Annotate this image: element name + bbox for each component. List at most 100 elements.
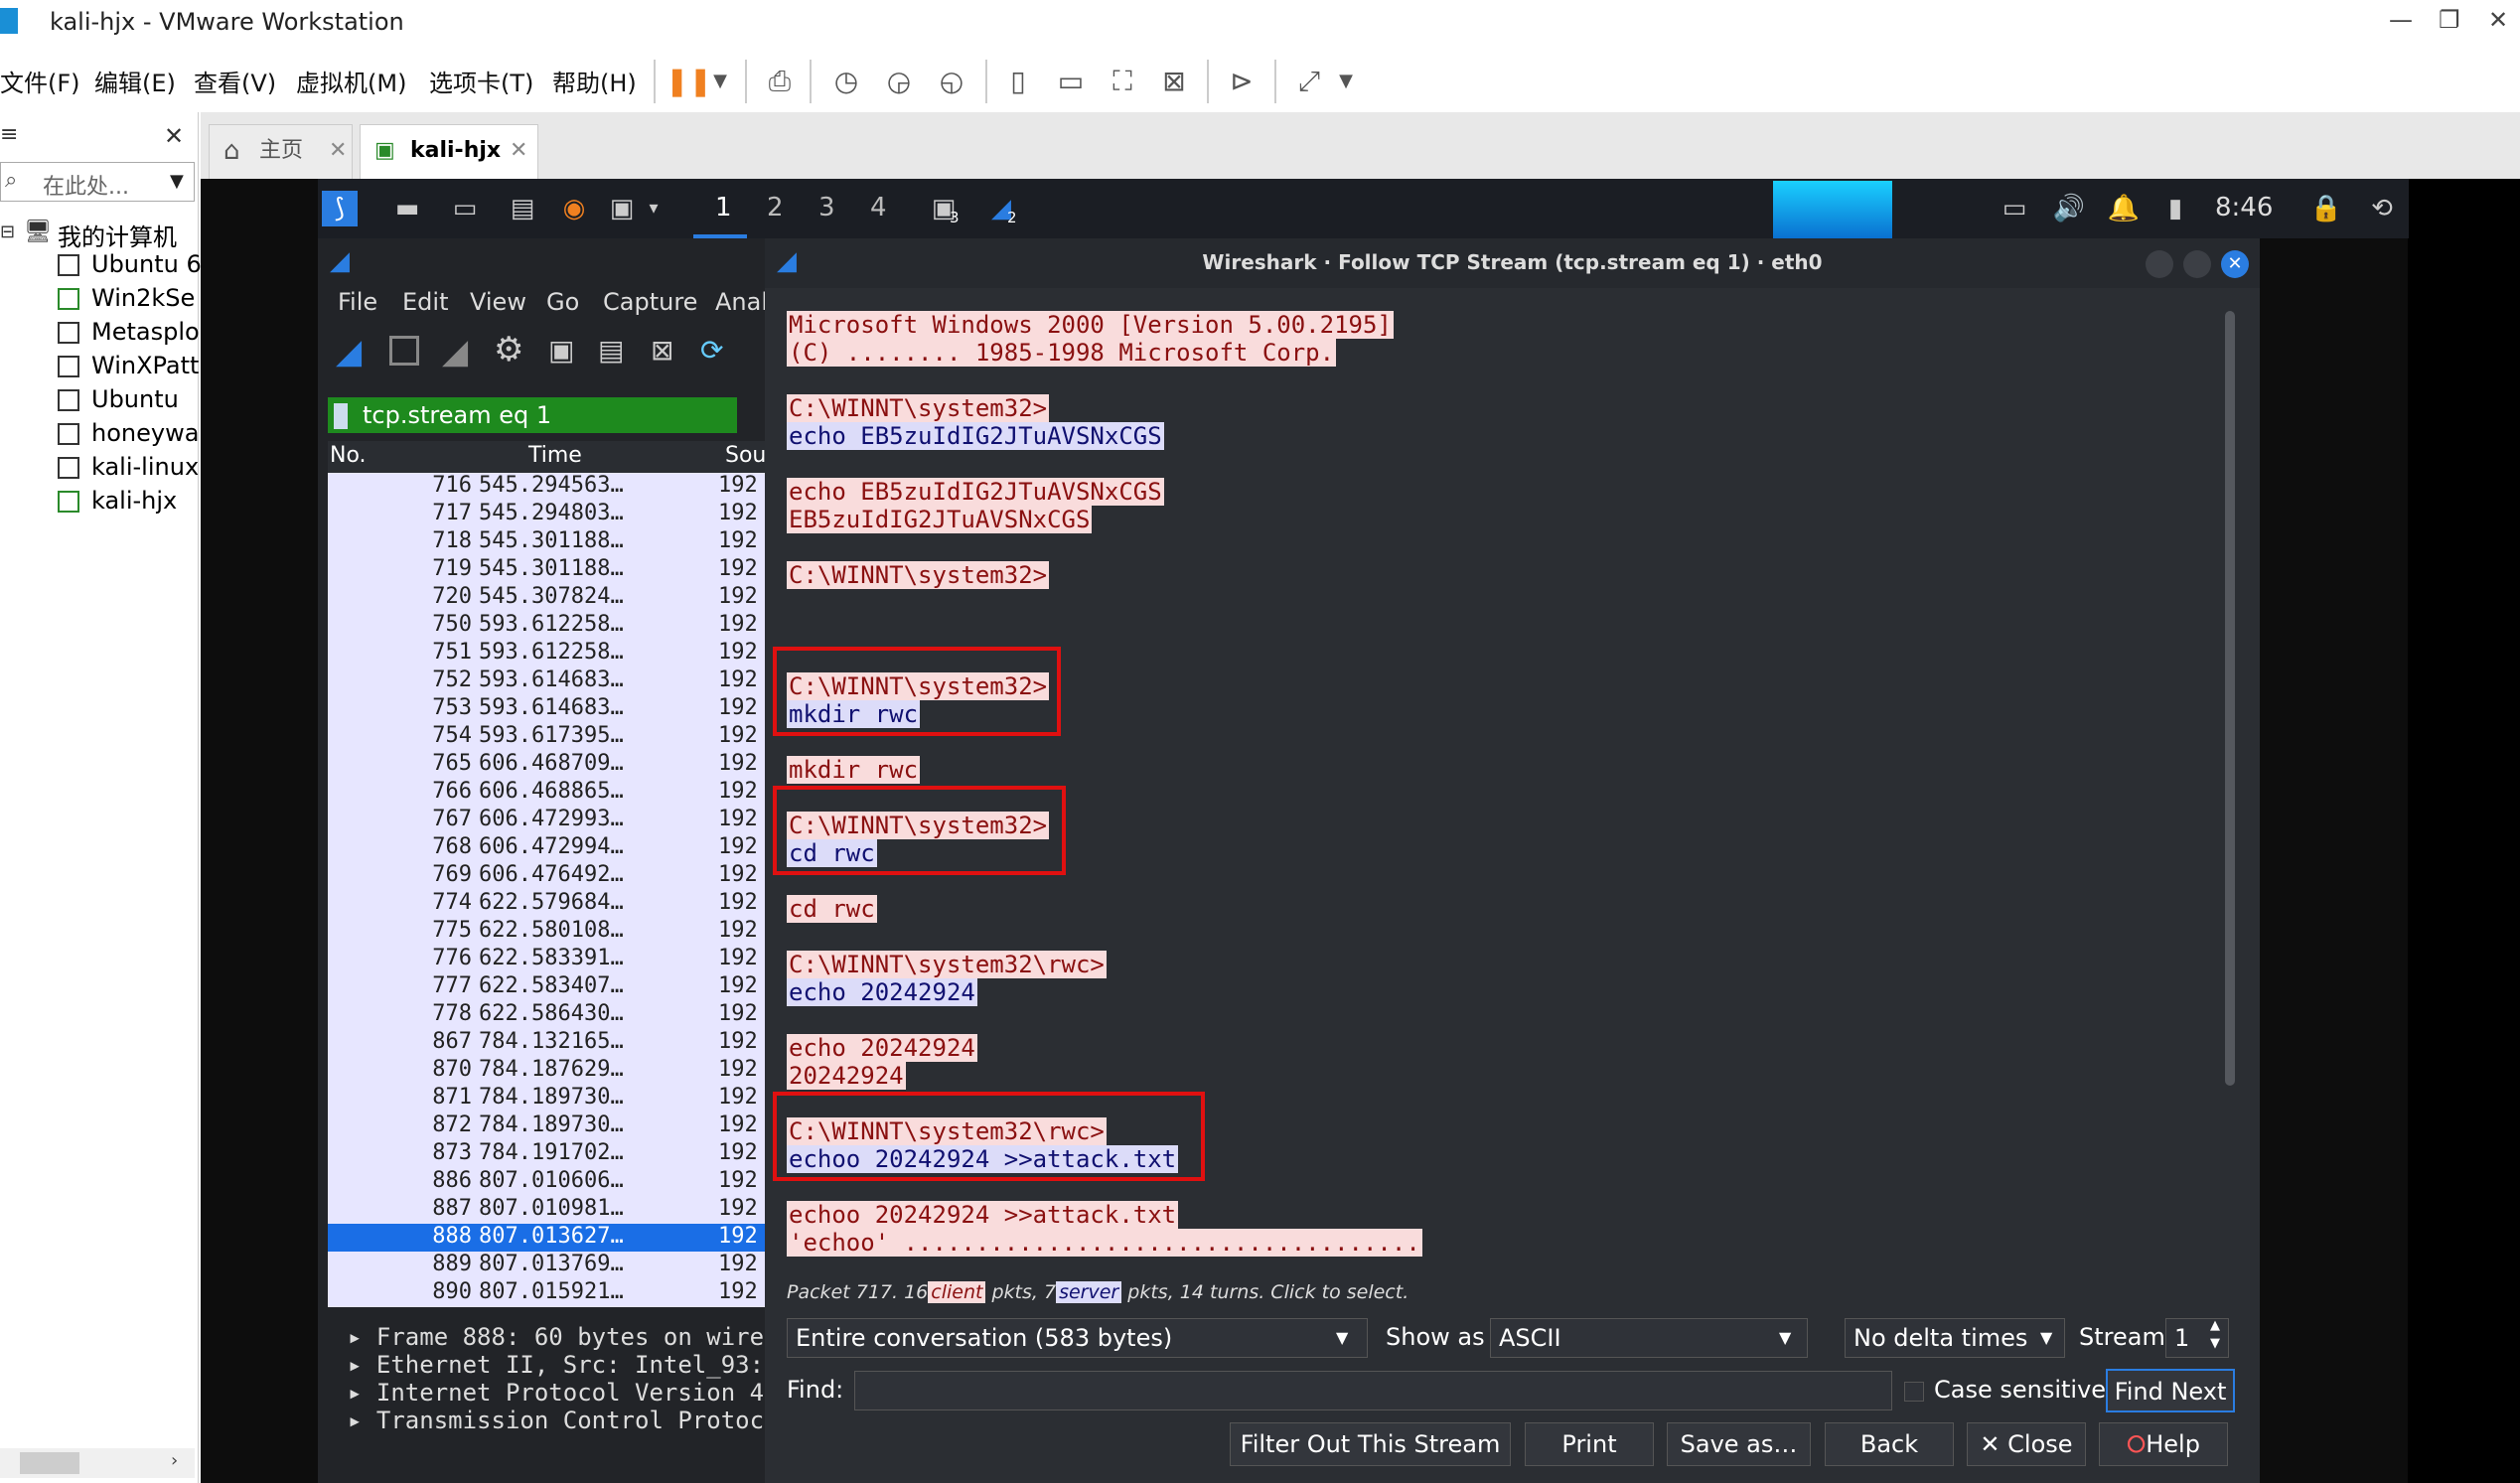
tree-item-metasploitable[interactable]: Metasplo: [91, 318, 200, 346]
close-window-button[interactable]: ✕: [2488, 6, 2508, 34]
ws-menu-go[interactable]: Go: [546, 288, 579, 316]
spin-down-icon[interactable]: ▼: [2210, 1331, 2220, 1357]
workspace-3[interactable]: 3: [818, 193, 835, 222]
terminal-dropdown-icon[interactable]: ▾: [636, 191, 671, 226]
packet-row[interactable]: 752 593.614683… 192: [328, 667, 765, 695]
tree-item-winxpatt[interactable]: WinXPatt: [91, 352, 199, 379]
capture-options-icon[interactable]: ⚙: [494, 330, 523, 370]
filter-out-stream-button[interactable]: Filter Out This Stream: [1230, 1422, 1511, 1466]
library-menu-icon[interactable]: ≡: [0, 122, 18, 147]
ws-menu-edit[interactable]: Edit: [402, 288, 448, 316]
back-button[interactable]: Back: [1825, 1422, 1954, 1466]
tab-close-icon[interactable]: ✕: [510, 125, 527, 177]
lock-icon[interactable]: 🔒: [2308, 191, 2344, 226]
packet-row[interactable]: 775 622.580108… 192: [328, 918, 765, 946]
minimize-button[interactable]: —: [2389, 6, 2413, 34]
packet-row[interactable]: 719 545.301188… 192: [328, 556, 765, 584]
packet-list[interactable]: 716 545.294563… 192 717 545.294803… 192 718 545…: [328, 473, 765, 1307]
search-dropdown-icon[interactable]: ▼: [170, 171, 184, 192]
start-capture-icon[interactable]: ◢: [336, 332, 362, 371]
tab-kali-hjx[interactable]: ▣ kali-hjx ✕: [360, 124, 538, 179]
stream-number-spinbox[interactable]: 1 ▲ ▼: [2165, 1318, 2229, 1358]
server-stream-line[interactable]: echo EB5zuIdIG2JTuAVSNxCGS: [787, 422, 1164, 450]
packet-row[interactable]: 887 807.010981… 192: [328, 1196, 765, 1224]
thumbnail-view-icon[interactable]: ▭: [1051, 62, 1091, 101]
ws-menu-analyze[interactable]: Anal: [715, 288, 768, 316]
workspace-4[interactable]: 4: [870, 193, 887, 222]
tab-home[interactable]: ⌂ 主页 ✕: [209, 124, 353, 179]
client-stream-line[interactable]: (C) ........ 1985-1998 Microsoft Corp.: [787, 339, 1337, 367]
tree-item-ubuntu6[interactable]: Ubuntu 6: [91, 250, 202, 278]
client-stream-line[interactable]: C:\WINNT\system32\rwc>: [787, 951, 1107, 978]
dialog-maximize-button[interactable]: [2183, 250, 2211, 278]
display-icon[interactable]: ▭: [1997, 191, 2032, 226]
packet-row[interactable]: 769 606.476492… 192: [328, 862, 765, 890]
packet-row[interactable]: 776 622.583391… 192: [328, 946, 765, 973]
save-as-button[interactable]: Save as…: [1667, 1422, 1811, 1466]
show-desktop-icon[interactable]: ▬: [389, 191, 425, 226]
tab-close-icon[interactable]: ✕: [329, 125, 347, 177]
tree-item-win2kse[interactable]: Win2kSe: [91, 284, 195, 312]
library-close-button[interactable]: ✕: [164, 122, 184, 150]
stream-scrollbar[interactable]: [2225, 311, 2235, 1086]
menu-help[interactable]: 帮助(H): [552, 64, 637, 98]
client-stream-line[interactable]: 'echoo' ................................…: [787, 1229, 1422, 1257]
col-no[interactable]: No.: [330, 443, 367, 468]
dialog-minimize-button[interactable]: [2146, 250, 2173, 278]
menu-edit[interactable]: 编辑(E): [94, 64, 176, 98]
power-manager-icon[interactable]: ▮: [2157, 191, 2193, 226]
detail-tcp[interactable]: ▸ Transmission Control Protoc: [348, 1407, 764, 1434]
conversation-select[interactable]: Entire conversation (583 bytes) ▼: [787, 1318, 1368, 1358]
detail-frame[interactable]: ▸ Frame 888: 60 bytes on wire: [348, 1323, 764, 1351]
client-stream-line[interactable]: C:\WINNT\system32>: [787, 561, 1050, 589]
pause-dropdown-icon[interactable]: ▼: [700, 62, 740, 101]
firefox-icon[interactable]: ◉: [556, 191, 592, 226]
find-next-button[interactable]: Find Next: [2106, 1369, 2235, 1412]
col-time[interactable]: Time: [528, 443, 582, 468]
ws-menu-view[interactable]: View: [470, 288, 526, 316]
packet-row[interactable]: 720 545.307824… 192: [328, 584, 765, 612]
packet-row[interactable]: 886 807.010606… 192: [328, 1168, 765, 1196]
packet-row[interactable]: 766 606.468865… 192: [328, 779, 765, 807]
menu-view[interactable]: 查看(V): [194, 64, 276, 98]
client-stream-line[interactable]: 20242924: [787, 1062, 906, 1090]
print-button[interactable]: Print: [1525, 1422, 1654, 1466]
unity-icon[interactable]: ⊠: [1154, 62, 1194, 101]
close-button[interactable]: ✕ Close: [1967, 1422, 2086, 1466]
packet-row[interactable]: 890 807.015921… 192: [328, 1279, 765, 1307]
snapshot-icon[interactable]: ◷: [826, 62, 866, 101]
file-manager-icon[interactable]: ▭: [447, 191, 483, 226]
tree-item-ubuntu[interactable]: Ubuntu: [91, 385, 179, 413]
tree-item-kali-linux[interactable]: kali-linux: [91, 453, 199, 481]
packet-row[interactable]: 872 784.189730… 192: [328, 1112, 765, 1140]
fullscreen-icon[interactable]: ⛶: [1103, 62, 1142, 101]
stream-content[interactable]: Microsoft Windows 2000 [Version 5.00.219…: [773, 305, 2230, 1283]
packet-row[interactable]: 754 593.617395… 192: [328, 723, 765, 751]
packet-row[interactable]: 751 593.612258… 192: [328, 640, 765, 667]
server-stream-line[interactable]: echo 20242924: [787, 978, 977, 1006]
packet-row[interactable]: 777 622.583407… 192: [328, 973, 765, 1001]
packet-row[interactable]: 767 606.472993… 192: [328, 807, 765, 834]
restart-capture-icon[interactable]: ◢: [442, 332, 468, 371]
show-as-select[interactable]: ASCII ▼: [1490, 1318, 1808, 1358]
packet-row[interactable]: 718 545.301188… 192: [328, 528, 765, 556]
close-file-icon[interactable]: ⊠: [651, 334, 673, 367]
client-stream-line[interactable]: C:\WINNT\system32>: [787, 394, 1050, 422]
client-stream-line[interactable]: echoo 20242924 >>attack.txt: [787, 1201, 1179, 1229]
library-hscrollbar[interactable]: ›: [0, 1448, 195, 1478]
save-file-icon[interactable]: ▤: [598, 334, 624, 367]
packet-row[interactable]: 753 593.614683… 192: [328, 695, 765, 723]
stop-capture-icon[interactable]: [389, 336, 419, 366]
detail-ip[interactable]: ▸ Internet Protocol Version 4: [348, 1379, 764, 1407]
delta-times-select[interactable]: No delta times ▼: [1845, 1318, 2065, 1358]
notification-icon[interactable]: 🔔: [2106, 191, 2142, 226]
client-stream-line[interactable]: Microsoft Windows 2000 [Version 5.00.219…: [787, 311, 1394, 339]
packet-row[interactable]: 717 545.294803… 192: [328, 501, 765, 528]
packet-row[interactable]: 778 622.586430… 192: [328, 1001, 765, 1029]
help-button[interactable]: ⭘Help: [2099, 1422, 2228, 1466]
packet-row[interactable]: 774 622.579684… 192: [328, 890, 765, 918]
client-stream-line[interactable]: EB5zuIdIG2JTuAVSNxCGS: [787, 506, 1093, 533]
stream-status[interactable]: Packet 717. 16 client pkts, 7 server pkts,…: [787, 1281, 1408, 1303]
menu-vm[interactable]: 虚拟机(M): [296, 64, 406, 98]
client-stream-line[interactable]: echo EB5zuIdIG2JTuAVSNxCGS: [787, 478, 1164, 506]
